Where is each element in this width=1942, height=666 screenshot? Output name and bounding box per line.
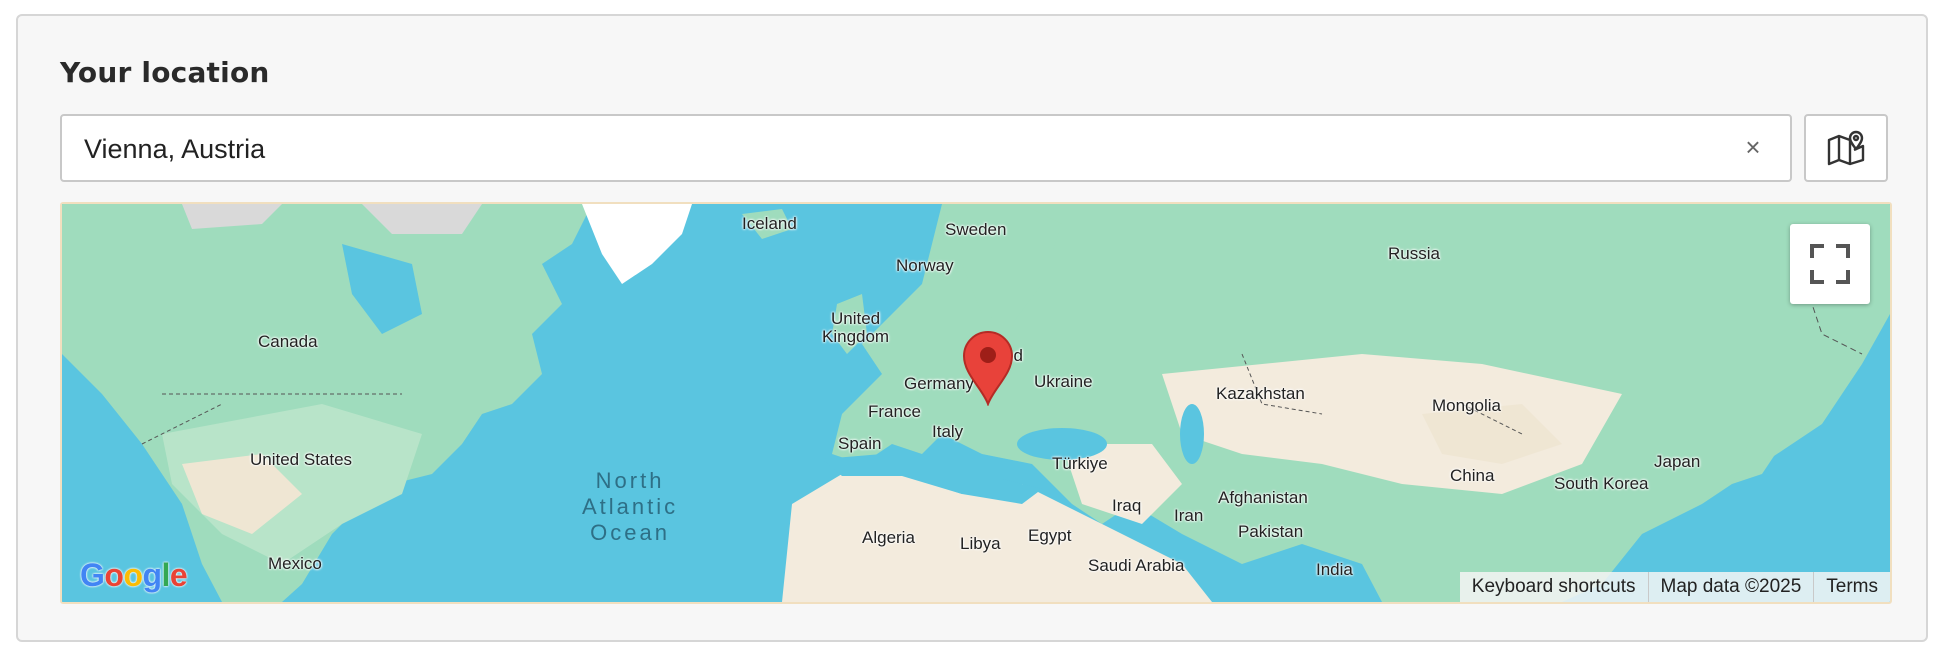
- map-view[interactable]: Iceland Sweden Russia Norway United King…: [60, 202, 1892, 604]
- map-pin-button[interactable]: [1804, 114, 1888, 182]
- label-north-atlantic-ocean: North Atlantic Ocean: [582, 468, 679, 545]
- label-libya: Libya: [960, 534, 1001, 553]
- section-title: Your location: [60, 56, 270, 89]
- label-ukraine: Ukraine: [1034, 372, 1093, 391]
- fullscreen-icon: [1810, 244, 1850, 284]
- label-russia: Russia: [1388, 244, 1440, 263]
- label-uk: United Kingdom: [822, 309, 890, 346]
- map-pin-icon: [1827, 130, 1865, 166]
- keyboard-shortcuts-link[interactable]: Keyboard shortcuts: [1460, 572, 1648, 602]
- label-algeria: Algeria: [862, 528, 915, 547]
- label-south-korea: South Korea: [1554, 474, 1649, 493]
- map-attribution-bar: Keyboard shortcuts Map data ©2025 Terms: [1459, 572, 1890, 602]
- label-italy: Italy: [932, 422, 964, 441]
- location-pin-icon[interactable]: [962, 330, 1014, 406]
- label-china: China: [1450, 466, 1495, 485]
- label-afghanistan: Afghanistan: [1218, 488, 1308, 507]
- label-sweden: Sweden: [945, 220, 1007, 239]
- label-iceland: Iceland: [742, 214, 797, 233]
- label-iraq: Iraq: [1112, 496, 1142, 515]
- label-pakistan: Pakistan: [1238, 522, 1304, 541]
- label-egypt: Egypt: [1028, 526, 1072, 545]
- location-card: Your location ×: [16, 14, 1928, 642]
- label-usa: United States: [250, 450, 353, 469]
- terms-link[interactable]: Terms: [1813, 572, 1890, 602]
- map-data-text: Map data ©2025: [1647, 572, 1814, 602]
- label-iran: Iran: [1174, 506, 1204, 525]
- label-saudi-arabia: Saudi Arabia: [1088, 556, 1185, 575]
- google-logo: Google: [80, 557, 188, 593]
- label-mexico: Mexico: [268, 554, 322, 573]
- clear-icon[interactable]: ×: [1738, 132, 1768, 162]
- location-input-wrapper[interactable]: ×: [60, 114, 1792, 182]
- label-turkiye: Türkiye: [1052, 454, 1108, 473]
- label-france: France: [868, 402, 921, 421]
- label-kazakhstan: Kazakhstan: [1216, 384, 1305, 403]
- label-mongolia: Mongolia: [1432, 396, 1501, 415]
- label-india: India: [1316, 560, 1353, 579]
- label-spain: Spain: [838, 434, 882, 453]
- label-japan: Japan: [1654, 452, 1701, 471]
- fullscreen-button[interactable]: [1790, 224, 1870, 304]
- label-canada: Canada: [258, 332, 318, 351]
- label-norway: Norway: [896, 256, 954, 275]
- location-input[interactable]: [82, 116, 1706, 182]
